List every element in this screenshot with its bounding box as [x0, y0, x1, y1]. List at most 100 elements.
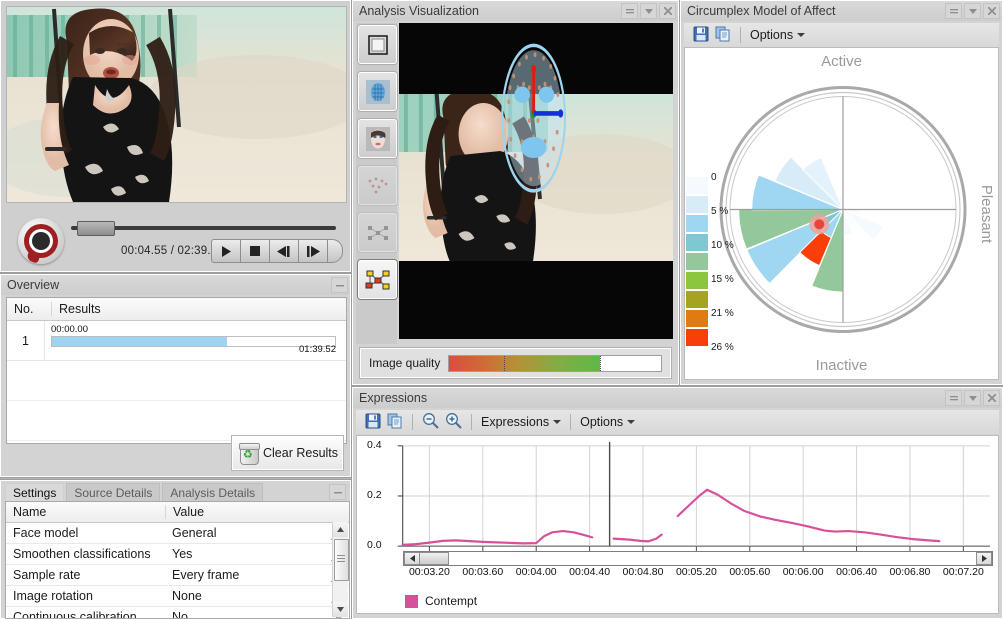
setting-value[interactable]: No — [165, 610, 349, 619]
setting-value[interactable]: Every frame — [165, 568, 349, 582]
circumplex-options-menu[interactable]: Options — [750, 28, 806, 42]
record-logo-icon — [18, 218, 64, 264]
clear-results-button[interactable]: ♻ Clear Results — [232, 436, 343, 470]
save-icon[interactable] — [365, 413, 381, 432]
x-axis-tick-label: 00:04.00 — [515, 566, 557, 579]
setting-value[interactable]: Yes — [165, 547, 349, 561]
x-axis-tick-label: 00:04.40 — [569, 566, 611, 579]
scroll-down-button[interactable] — [333, 602, 348, 617]
copy-icon[interactable] — [387, 413, 403, 432]
close-button[interactable] — [659, 3, 676, 19]
viz-window-buttons — [621, 3, 676, 19]
analysis-video-view[interactable] — [399, 23, 673, 339]
toolbar-separator — [740, 27, 741, 43]
expressions-menu[interactable]: Expressions — [481, 415, 562, 429]
frame-border-toggle-icon[interactable] — [358, 25, 397, 64]
legend-label: Contempt — [425, 594, 478, 608]
legend-swatch — [685, 309, 709, 328]
scroll-left-button[interactable] — [404, 552, 420, 565]
image-quality-bar — [448, 354, 662, 372]
close-button[interactable] — [983, 390, 1000, 406]
x-axis-tick-label: 00:05.20 — [675, 566, 717, 579]
face-mesh-overlay-icon[interactable] — [358, 72, 397, 111]
application-window: 00:04.55 / 02:39.08 Overview No. Results… — [0, 0, 1003, 619]
avatar-face-overlay-icon[interactable] — [358, 119, 397, 158]
setting-name: Image rotation — [13, 589, 93, 603]
settings-scrollbar[interactable] — [332, 522, 349, 617]
setting-value-text: General — [172, 526, 217, 540]
table-row[interactable]: Continuous calibration No — [6, 607, 349, 619]
scroll-up-button[interactable] — [333, 522, 348, 537]
expressions-options-menu[interactable]: Options — [580, 415, 636, 429]
settings-tabstrip: Settings Source Details Analysis Details — [5, 483, 346, 501]
setting-name: Continuous calibration — [13, 610, 137, 619]
viz-title: Analysis Visualization — [359, 4, 479, 18]
table-row[interactable]: Smoothen classifications Yes — [6, 544, 349, 565]
restore-button[interactable] — [621, 3, 638, 19]
setting-value[interactable]: General — [165, 526, 349, 540]
point-cloud-overlay-icon[interactable] — [358, 166, 397, 205]
video-preview-frame[interactable] — [6, 6, 347, 203]
settings-minimize-button[interactable] — [329, 484, 346, 500]
zoom-in-icon[interactable] — [445, 412, 462, 432]
legend-swatch — [685, 271, 709, 290]
chart-horizontal-scrollbar[interactable] — [403, 551, 993, 566]
legend-tick-label: 26 % — [711, 342, 734, 353]
previous-frame-button[interactable] — [269, 239, 298, 263]
close-button[interactable] — [983, 3, 1000, 19]
scrollbar-thumb[interactable] — [334, 539, 349, 581]
overview-panel: Overview No. Results 1 00:00.00 01:39.52… — [0, 274, 351, 477]
next-frame-button[interactable] — [298, 239, 327, 263]
viz-title-bar: Analysis Visualization — [353, 1, 678, 21]
legend-swatch — [685, 233, 709, 252]
setting-value[interactable]: None — [165, 589, 349, 603]
tab-analysis-details[interactable]: Analysis Details — [162, 483, 264, 501]
image-quality-label: Image quality — [369, 356, 441, 370]
overview-table[interactable]: No. Results 1 00:00.00 01:39.52 — [6, 297, 347, 444]
seek-slider[interactable] — [71, 221, 336, 236]
dropdown-button[interactable] — [964, 3, 981, 19]
expressions-menu-label: Expressions — [481, 415, 550, 429]
table-row[interactable]: Face model General — [6, 523, 349, 544]
legend-swatch — [685, 195, 709, 214]
settings-table[interactable]: Name Value Face model General Smoothen c… — [5, 501, 350, 619]
chart-legend: Contempt — [405, 594, 477, 608]
viz-toolbar — [356, 23, 397, 344]
save-icon[interactable] — [693, 26, 709, 45]
seek-handle[interactable] — [77, 221, 115, 236]
expressions-panel: Expressions Expressions Options 0.0 0.2 … — [352, 387, 1003, 619]
setting-value-text: No — [172, 610, 188, 619]
circumplex-legend: 0 5 % 10 % 15 % 21 % 26 % — [685, 172, 734, 353]
axis-label-inactive: Inactive — [815, 357, 868, 374]
overview-window-buttons — [331, 277, 348, 293]
overview-col-results: Results — [59, 302, 101, 316]
restore-button[interactable] — [945, 3, 962, 19]
expressions-chart[interactable]: 0.0 0.2 0.4 00:03.20 00:03.60 00:04.00 00:04.… — [356, 435, 999, 614]
y-axis-tick-label: 0.4 — [367, 438, 382, 451]
overview-title: Overview — [7, 278, 60, 292]
restore-button[interactable] — [945, 390, 962, 406]
setting-name: Sample rate — [13, 568, 81, 582]
tab-settings[interactable]: Settings — [5, 483, 65, 501]
play-button[interactable] — [211, 239, 240, 263]
graph-overlay-icon[interactable] — [358, 213, 397, 252]
minimize-button[interactable] — [331, 277, 348, 293]
transport-cap — [327, 239, 343, 263]
colored-graph-overlay-icon[interactable] — [358, 260, 397, 299]
setting-value-text: Every frame — [172, 568, 240, 582]
x-axis-tick-label: 00:03.60 — [462, 566, 504, 579]
scroll-right-button[interactable] — [976, 552, 992, 565]
table-row[interactable]: 1 00:00.00 01:39.52 — [7, 321, 346, 361]
table-row[interactable]: Image rotation None — [6, 586, 349, 607]
dropdown-button[interactable] — [640, 3, 657, 19]
table-row[interactable]: Sample rate Every frame — [6, 565, 349, 586]
copy-icon[interactable] — [715, 26, 731, 45]
setting-value-text: Yes — [172, 547, 193, 561]
zoom-out-icon[interactable] — [422, 412, 439, 432]
stop-button[interactable] — [240, 239, 269, 263]
dropdown-button[interactable] — [964, 390, 981, 406]
tab-source-details[interactable]: Source Details — [66, 483, 161, 501]
video-player-panel: 00:04.55 / 02:39.08 — [0, 0, 351, 272]
h-scrollbar-thumb[interactable] — [419, 552, 449, 565]
circumplex-chart[interactable]: Active Inactive Unpleasant Pleasant 05 %… — [684, 47, 999, 380]
